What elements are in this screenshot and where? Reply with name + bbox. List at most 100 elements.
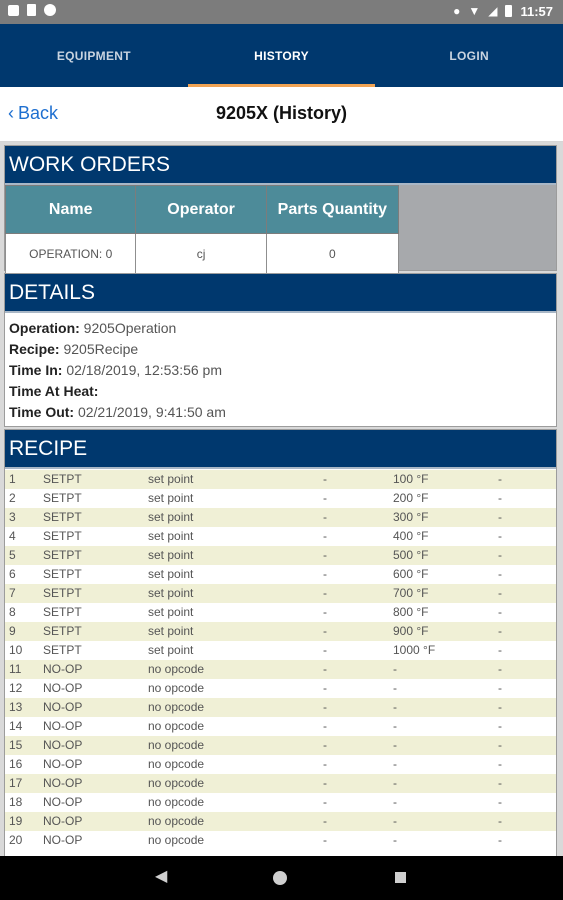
detail-recipe: Recipe: 9205Recipe <box>9 339 552 360</box>
top-nav-tabs: EQUIPMENT HISTORY LOGIN <box>0 24 563 87</box>
setpoint: 500 °F <box>393 548 429 562</box>
step-number: 10 <box>9 643 23 657</box>
detail-value: 02/21/2019, 9:41:50 am <box>77 404 226 420</box>
list-item[interactable]: 14 NO-OP no opcode - - - <box>5 717 556 736</box>
list-item[interactable]: 9 SETPT set point - 900 °F - <box>5 622 556 641</box>
opcode-description: set point <box>148 624 194 638</box>
value-2: - <box>498 472 502 486</box>
opcode: NO-OP <box>43 738 83 752</box>
value-2: - <box>498 548 502 562</box>
value-1: - <box>323 795 327 809</box>
detail-label: Operation: <box>9 320 80 336</box>
detail-label: Recipe: <box>9 341 60 357</box>
step-number: 18 <box>9 795 23 809</box>
opcode-description: set point <box>148 472 194 486</box>
system-navigation-bar: ◀ <box>0 856 563 900</box>
value-1: - <box>323 738 327 752</box>
home-circle-icon[interactable] <box>273 871 287 885</box>
step-number: 5 <box>9 548 16 562</box>
tab-equipment[interactable]: EQUIPMENT <box>0 24 188 87</box>
opcode-description: no opcode <box>148 738 205 752</box>
value-1: - <box>323 586 327 600</box>
list-item[interactable]: 7 SETPT set point - 700 °F - <box>5 584 556 603</box>
step-number: 19 <box>9 814 23 828</box>
tab-login-label: LOGIN <box>449 49 489 63</box>
list-item[interactable]: 6 SETPT set point - 600 °F - <box>5 565 556 584</box>
opcode: SETPT <box>43 529 82 543</box>
list-item[interactable]: 10 SETPT set point - 1000 °F - <box>5 641 556 660</box>
opcode-description: no opcode <box>148 719 205 733</box>
list-item[interactable]: 11 NO-OP no opcode - - - <box>5 660 556 679</box>
work-orders-section: WORK ORDERS Name Operator Parts Quantity… <box>4 145 557 274</box>
app-notification-icon <box>8 4 19 16</box>
value-2: - <box>498 700 502 714</box>
list-item[interactable]: 17 NO-OP no opcode - - - <box>5 774 556 793</box>
opcode: NO-OP <box>43 662 83 676</box>
sync-icon <box>44 4 56 16</box>
status-time: 11:57 <box>520 3 553 19</box>
opcode-description: no opcode <box>148 700 205 714</box>
list-item[interactable]: 8 SETPT set point - 800 °F - <box>5 603 556 622</box>
opcode: NO-OP <box>43 776 83 790</box>
table-empty-area <box>399 185 556 270</box>
value-2: - <box>498 529 502 543</box>
page-title: 9205X (History) <box>215 103 348 123</box>
value-1: - <box>323 833 327 847</box>
back-triangle-icon[interactable]: ◀ <box>155 866 167 886</box>
list-item[interactable]: 1 SETPT set point - 100 °F - <box>5 470 556 489</box>
opcode: NO-OP <box>43 700 83 714</box>
system-indicators: ● ▼ ◢ 11:57 <box>453 3 553 19</box>
setpoint: - <box>393 757 397 771</box>
list-item[interactable]: 20 NO-OP no opcode - - - <box>5 831 556 850</box>
opcode: NO-OP <box>43 795 83 809</box>
details-list: Operation: 9205Operation Recipe: 9205Rec… <box>5 313 556 423</box>
value-1: - <box>323 662 327 676</box>
list-item[interactable]: 5 SETPT set point - 500 °F - <box>5 546 556 565</box>
battery-icon <box>505 5 513 17</box>
opcode-description: set point <box>148 643 194 657</box>
opcode-description: set point <box>148 567 194 581</box>
tab-login[interactable]: LOGIN <box>375 24 563 87</box>
opcode-description: no opcode <box>148 795 205 809</box>
list-item[interactable]: 19 NO-OP no opcode - - - <box>5 812 556 831</box>
step-number: 1 <box>9 472 16 486</box>
value-2: - <box>498 757 502 771</box>
list-item[interactable]: 3 SETPT set point - 300 °F - <box>5 508 556 527</box>
opcode-description: set point <box>148 529 194 543</box>
detail-time-in: Time In: 02/18/2019, 12:53:56 pm <box>9 360 552 381</box>
work-orders-title: WORK ORDERS <box>5 146 556 185</box>
scroll-content[interactable]: WORK ORDERS Name Operator Parts Quantity… <box>0 142 563 856</box>
column-header-operator: Operator <box>135 185 267 234</box>
detail-label: Time In: <box>9 362 63 378</box>
opcode: SETPT <box>43 472 82 486</box>
tab-history[interactable]: HISTORY <box>187 24 376 87</box>
notification-icons <box>8 4 56 16</box>
value-1: - <box>323 643 327 657</box>
list-item[interactable]: 13 NO-OP no opcode - - - <box>5 698 556 717</box>
list-item[interactable]: 16 NO-OP no opcode - - - <box>5 755 556 774</box>
value-2: - <box>498 776 502 790</box>
list-item[interactable]: 18 NO-OP no opcode - - - <box>5 793 556 812</box>
opcode: SETPT <box>43 491 82 505</box>
detail-label: Time At Heat: <box>9 383 99 399</box>
detail-time-out: Time Out: 02/21/2019, 9:41:50 am <box>9 402 552 423</box>
wifi-icon: ▼ <box>468 4 481 18</box>
location-icon: ● <box>453 4 461 18</box>
list-item[interactable]: 15 NO-OP no opcode - - - <box>5 736 556 755</box>
recipe-section: RECIPE 1 SETPT set point - 100 °F - 2 SETPT set … <box>4 429 557 856</box>
detail-value: 9205Operation <box>83 320 177 336</box>
value-2: - <box>498 624 502 638</box>
recents-square-icon[interactable] <box>395 872 406 883</box>
list-item[interactable]: 12 NO-OP no opcode - - - <box>5 679 556 698</box>
list-item[interactable]: 2 SETPT set point - 200 °F - <box>5 489 556 508</box>
list-item[interactable]: 4 SETPT set point - 400 °F - <box>5 527 556 546</box>
opcode: NO-OP <box>43 681 83 695</box>
value-2: - <box>498 510 502 524</box>
setpoint: 700 °F <box>393 586 429 600</box>
opcode: SETPT <box>43 510 82 524</box>
opcode-description: no opcode <box>148 681 205 695</box>
setpoint: - <box>393 681 397 695</box>
value-1: - <box>323 700 327 714</box>
table-row[interactable]: OPERATION: 0 cj 0 <box>4 233 400 274</box>
detail-time-at-heat: Time At Heat: <box>9 381 552 402</box>
